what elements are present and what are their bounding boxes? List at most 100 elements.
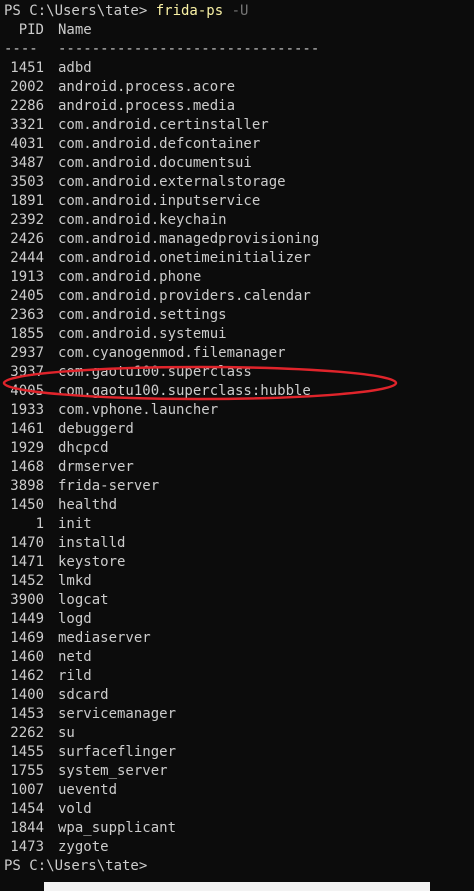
process-pid: 1913 bbox=[10, 269, 44, 285]
process-name: logd bbox=[58, 611, 92, 627]
table-header: PID Name bbox=[4, 21, 474, 40]
process-pid: 3937 bbox=[10, 364, 44, 380]
process-pid: 1449 bbox=[10, 611, 44, 627]
process-name: android.process.acore bbox=[58, 79, 236, 95]
process-name: adbd bbox=[58, 60, 92, 76]
process-name: system_server bbox=[58, 763, 168, 779]
process-pid: 3321 bbox=[10, 117, 44, 133]
process-pid: 2444 bbox=[10, 250, 44, 266]
process-row: 3503 com.android.externalstorage bbox=[4, 173, 474, 192]
process-row: 1473 zygote bbox=[4, 838, 474, 857]
process-row: 2426 com.android.managedprovisioning bbox=[4, 230, 474, 249]
process-row: 1755 system_server bbox=[4, 762, 474, 781]
process-name: lmkd bbox=[58, 573, 92, 589]
process-name: com.android.keychain bbox=[58, 212, 227, 228]
process-pid: 1468 bbox=[10, 459, 44, 475]
process-pid: 1755 bbox=[10, 763, 44, 779]
process-row: 3937 com.gaotu100.superclass bbox=[4, 363, 474, 382]
process-pid: 1460 bbox=[10, 649, 44, 665]
process-row: 2262 su bbox=[4, 724, 474, 743]
header-pid: PID bbox=[18, 22, 44, 38]
terminal-window[interactable]: PS C:\Users\tate> frida-ps -U PID Name --… bbox=[0, 0, 474, 891]
process-row: 2444 com.android.onetimeinitializer bbox=[4, 249, 474, 268]
terminal-output: PS C:\Users\tate> frida-ps -U PID Name --… bbox=[4, 2, 474, 876]
process-name: com.android.externalstorage bbox=[58, 174, 286, 190]
process-pid: 1855 bbox=[10, 326, 44, 342]
process-name: com.vphone.launcher bbox=[58, 402, 219, 418]
process-row: 3487 com.android.documentsui bbox=[4, 154, 474, 173]
process-row: 3898 frida-server bbox=[4, 477, 474, 496]
process-name: keystore bbox=[58, 554, 126, 570]
process-row: 1844 wpa_supplicant bbox=[4, 819, 474, 838]
process-row: 1929 dhcpcd bbox=[4, 439, 474, 458]
process-pid: 1461 bbox=[10, 421, 44, 437]
process-list: 1451 adbd 2002 android.process.acore 2286 and… bbox=[4, 59, 474, 857]
process-row: 1454 vold bbox=[4, 800, 474, 819]
process-name: ueventd bbox=[58, 782, 118, 798]
window-bottom-edge bbox=[44, 882, 430, 891]
process-name: android.process.media bbox=[58, 98, 236, 114]
process-pid: 1470 bbox=[10, 535, 44, 551]
process-pid: 2002 bbox=[10, 79, 44, 95]
process-pid: 1844 bbox=[10, 820, 44, 836]
command-flag: -U bbox=[223, 3, 249, 19]
process-name: debuggerd bbox=[58, 421, 134, 437]
process-name: com.gaotu100.superclass bbox=[58, 364, 252, 380]
command-prompt-line: PS C:\Users\tate> frida-ps -U bbox=[4, 2, 474, 21]
process-pid: 1455 bbox=[10, 744, 44, 760]
process-row: 4031 com.android.defcontainer bbox=[4, 135, 474, 154]
process-pid: 1933 bbox=[10, 402, 44, 418]
process-name: com.android.onetimeinitializer bbox=[58, 250, 311, 266]
process-name: su bbox=[58, 725, 75, 741]
process-row: 2405 com.android.providers.calendar bbox=[4, 287, 474, 306]
process-name: mediaserver bbox=[58, 630, 151, 646]
process-pid: 2405 bbox=[10, 288, 44, 304]
process-pid: 1454 bbox=[10, 801, 44, 817]
process-name: logcat bbox=[58, 592, 109, 608]
process-name: com.android.systemui bbox=[58, 326, 227, 342]
process-name: dhcpcd bbox=[58, 440, 109, 456]
process-pid: 2937 bbox=[10, 345, 44, 361]
process-row: 4005 com.gaotu100.superclass:hubble bbox=[4, 382, 474, 401]
process-pid: 1451 bbox=[10, 60, 44, 76]
process-row: 1913 com.android.phone bbox=[4, 268, 474, 287]
process-name: com.cyanogenmod.filemanager bbox=[58, 345, 286, 361]
process-name: wpa_supplicant bbox=[58, 820, 177, 836]
process-name: com.android.certinstaller bbox=[58, 117, 269, 133]
header-name: Name bbox=[58, 22, 92, 38]
process-row: 3321 com.android.certinstaller bbox=[4, 116, 474, 135]
process-row: 1468 drmserver bbox=[4, 458, 474, 477]
process-name: com.android.settings bbox=[58, 307, 227, 323]
process-row: 1449 logd bbox=[4, 610, 474, 629]
process-pid: 1462 bbox=[10, 668, 44, 684]
header-name-rule: ------------------------------- bbox=[58, 41, 320, 57]
command-prompt-line-final: PS C:\Users\tate> bbox=[4, 857, 474, 876]
process-row: 1450 healthd bbox=[4, 496, 474, 515]
process-row: 2286 android.process.media bbox=[4, 97, 474, 116]
process-row: 1933 com.vphone.launcher bbox=[4, 401, 474, 420]
process-row: 2392 com.android.keychain bbox=[4, 211, 474, 230]
process-pid: 2426 bbox=[10, 231, 44, 247]
process-pid: 1891 bbox=[10, 193, 44, 209]
process-row: 2002 android.process.acore bbox=[4, 78, 474, 97]
process-name: sdcard bbox=[58, 687, 109, 703]
prompt-prefix-final: PS C:\Users\tate> bbox=[4, 858, 148, 874]
process-row: 1451 adbd bbox=[4, 59, 474, 78]
process-pid: 1929 bbox=[10, 440, 44, 456]
process-row: 1460 netd bbox=[4, 648, 474, 667]
process-name: com.android.documentsui bbox=[58, 155, 252, 171]
command-name: frida-ps bbox=[155, 3, 224, 19]
process-pid: 3503 bbox=[10, 174, 44, 190]
process-row: 1453 servicemanager bbox=[4, 705, 474, 724]
process-pid: 1453 bbox=[10, 706, 44, 722]
process-pid: 1450 bbox=[10, 497, 44, 513]
process-pid: 3487 bbox=[10, 155, 44, 171]
process-pid: 4031 bbox=[10, 136, 44, 152]
prompt-prefix: PS C:\Users\tate> bbox=[4, 3, 156, 19]
process-name: com.android.providers.calendar bbox=[58, 288, 311, 304]
process-pid: 3900 bbox=[10, 592, 44, 608]
process-name: com.android.defcontainer bbox=[58, 136, 261, 152]
process-name: rild bbox=[58, 668, 92, 684]
process-row: 1455 surfaceflinger bbox=[4, 743, 474, 762]
process-pid: 1473 bbox=[10, 839, 44, 855]
